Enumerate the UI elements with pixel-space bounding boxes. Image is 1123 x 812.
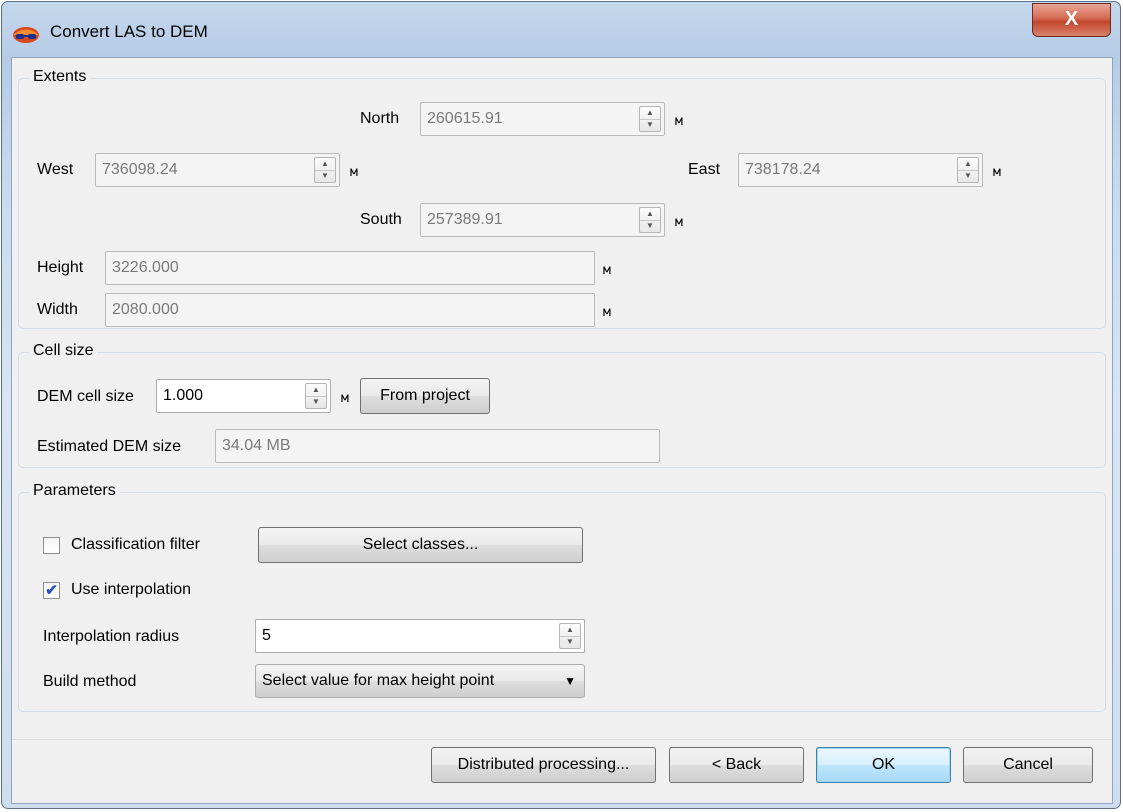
- west-unit: м: [350, 165, 358, 180]
- close-button[interactable]: X: [1032, 3, 1111, 37]
- north-value: 260615.91: [427, 110, 503, 127]
- south-unit: м: [675, 215, 683, 230]
- spin-down-icon[interactable]: ▼: [560, 636, 580, 648]
- interpolation-radius-label: Interpolation radius: [43, 628, 180, 645]
- east-value: 738178.24: [745, 161, 821, 178]
- dem-cell-size-value: 1.000: [163, 387, 204, 404]
- classification-filter-checkbox[interactable]: [43, 537, 60, 554]
- height-unit: м: [603, 263, 611, 278]
- width-unit: м: [603, 305, 611, 320]
- spin-down-icon[interactable]: ▼: [958, 170, 978, 182]
- spin-down-icon[interactable]: ▼: [306, 396, 326, 408]
- south-spinner[interactable]: ▲ ▼: [639, 207, 661, 233]
- dialog-window: Convert LAS to DEM X Extents North 26061…: [1, 1, 1121, 809]
- close-icon: X: [1064, 8, 1079, 30]
- height-value: 3226.000: [112, 259, 179, 276]
- build-method-value: Select value for max height point: [262, 672, 495, 689]
- distributed-processing-button[interactable]: Distributed processing...: [431, 747, 656, 783]
- north-unit: м: [675, 114, 683, 129]
- dem-cell-size-label: DEM cell size: [37, 388, 134, 405]
- interpolation-radius-input[interactable]: 5 ▲ ▼: [255, 619, 585, 653]
- cell-size-group: Cell size DEM cell size 1.000 ▲ ▼ м From…: [18, 342, 1106, 468]
- build-method-label: Build method: [43, 673, 137, 690]
- width-value: 2080.000: [112, 301, 179, 318]
- parameters-group-title: Parameters: [29, 482, 120, 500]
- south-label: South: [360, 211, 402, 228]
- build-method-select[interactable]: Select value for max height point ▼: [255, 664, 585, 698]
- extents-group: Extents North 260615.91 ▲ ▼ м West 73609…: [18, 68, 1106, 329]
- east-label: East: [688, 161, 721, 178]
- west-label: West: [37, 161, 74, 178]
- chevron-down-icon[interactable]: ▼: [564, 665, 576, 697]
- check-icon: ✔: [45, 582, 58, 599]
- cell-size-group-title: Cell size: [29, 342, 98, 360]
- interpolation-radius-value: 5: [262, 627, 271, 644]
- west-spinner[interactable]: ▲ ▼: [314, 157, 336, 183]
- from-project-button[interactable]: From project: [360, 378, 490, 414]
- ok-button[interactable]: OK: [816, 747, 951, 783]
- parameters-group: Parameters Classification filter Select …: [18, 482, 1106, 712]
- east-spinner[interactable]: ▲ ▼: [957, 157, 979, 183]
- app-logo-icon: [13, 27, 39, 43]
- use-interpolation-label[interactable]: Use interpolation: [71, 581, 191, 599]
- west-field[interactable]: 736098.24 ▲ ▼: [95, 153, 340, 187]
- dem-cell-size-input[interactable]: 1.000 ▲ ▼: [156, 379, 331, 413]
- select-classes-button[interactable]: Select classes...: [258, 527, 583, 563]
- window-title: Convert LAS to DEM: [50, 22, 208, 41]
- height-label: Height: [37, 259, 84, 276]
- estimated-dem-size-value: 34.04 MB: [222, 437, 291, 454]
- cancel-button[interactable]: Cancel: [963, 747, 1093, 783]
- north-label: North: [360, 110, 400, 127]
- west-value: 736098.24: [102, 161, 178, 178]
- use-interpolation-checkbox[interactable]: ✔: [43, 582, 60, 599]
- width-label: Width: [37, 301, 78, 318]
- estimated-dem-size-label: Estimated DEM size: [37, 438, 182, 455]
- north-field[interactable]: 260615.91 ▲ ▼: [420, 102, 665, 136]
- width-field[interactable]: 2080.000: [105, 293, 595, 327]
- back-button[interactable]: < Back: [669, 747, 804, 783]
- spin-down-icon[interactable]: ▼: [640, 220, 660, 232]
- title-bar[interactable]: Convert LAS to DEM X: [2, 2, 1120, 64]
- height-field[interactable]: 3226.000: [105, 251, 595, 285]
- footer-divider: [12, 739, 1112, 740]
- classification-filter-label[interactable]: Classification filter: [71, 536, 200, 554]
- south-value: 257389.91: [427, 211, 503, 228]
- south-field[interactable]: 257389.91 ▲ ▼: [420, 203, 665, 237]
- spin-down-icon[interactable]: ▼: [315, 170, 335, 182]
- east-field[interactable]: 738178.24 ▲ ▼: [738, 153, 983, 187]
- extents-group-title: Extents: [29, 68, 91, 86]
- north-spinner[interactable]: ▲ ▼: [639, 106, 661, 132]
- dem-cell-size-unit: м: [341, 391, 349, 406]
- dialog-content: Extents North 260615.91 ▲ ▼ м West 73609…: [11, 57, 1113, 804]
- interpolation-radius-spinner[interactable]: ▲ ▼: [559, 623, 581, 649]
- estimated-dem-size-field: 34.04 MB: [215, 429, 660, 463]
- east-unit: м: [993, 165, 1001, 180]
- dem-cell-size-spinner[interactable]: ▲ ▼: [305, 383, 327, 409]
- spin-down-icon[interactable]: ▼: [640, 119, 660, 131]
